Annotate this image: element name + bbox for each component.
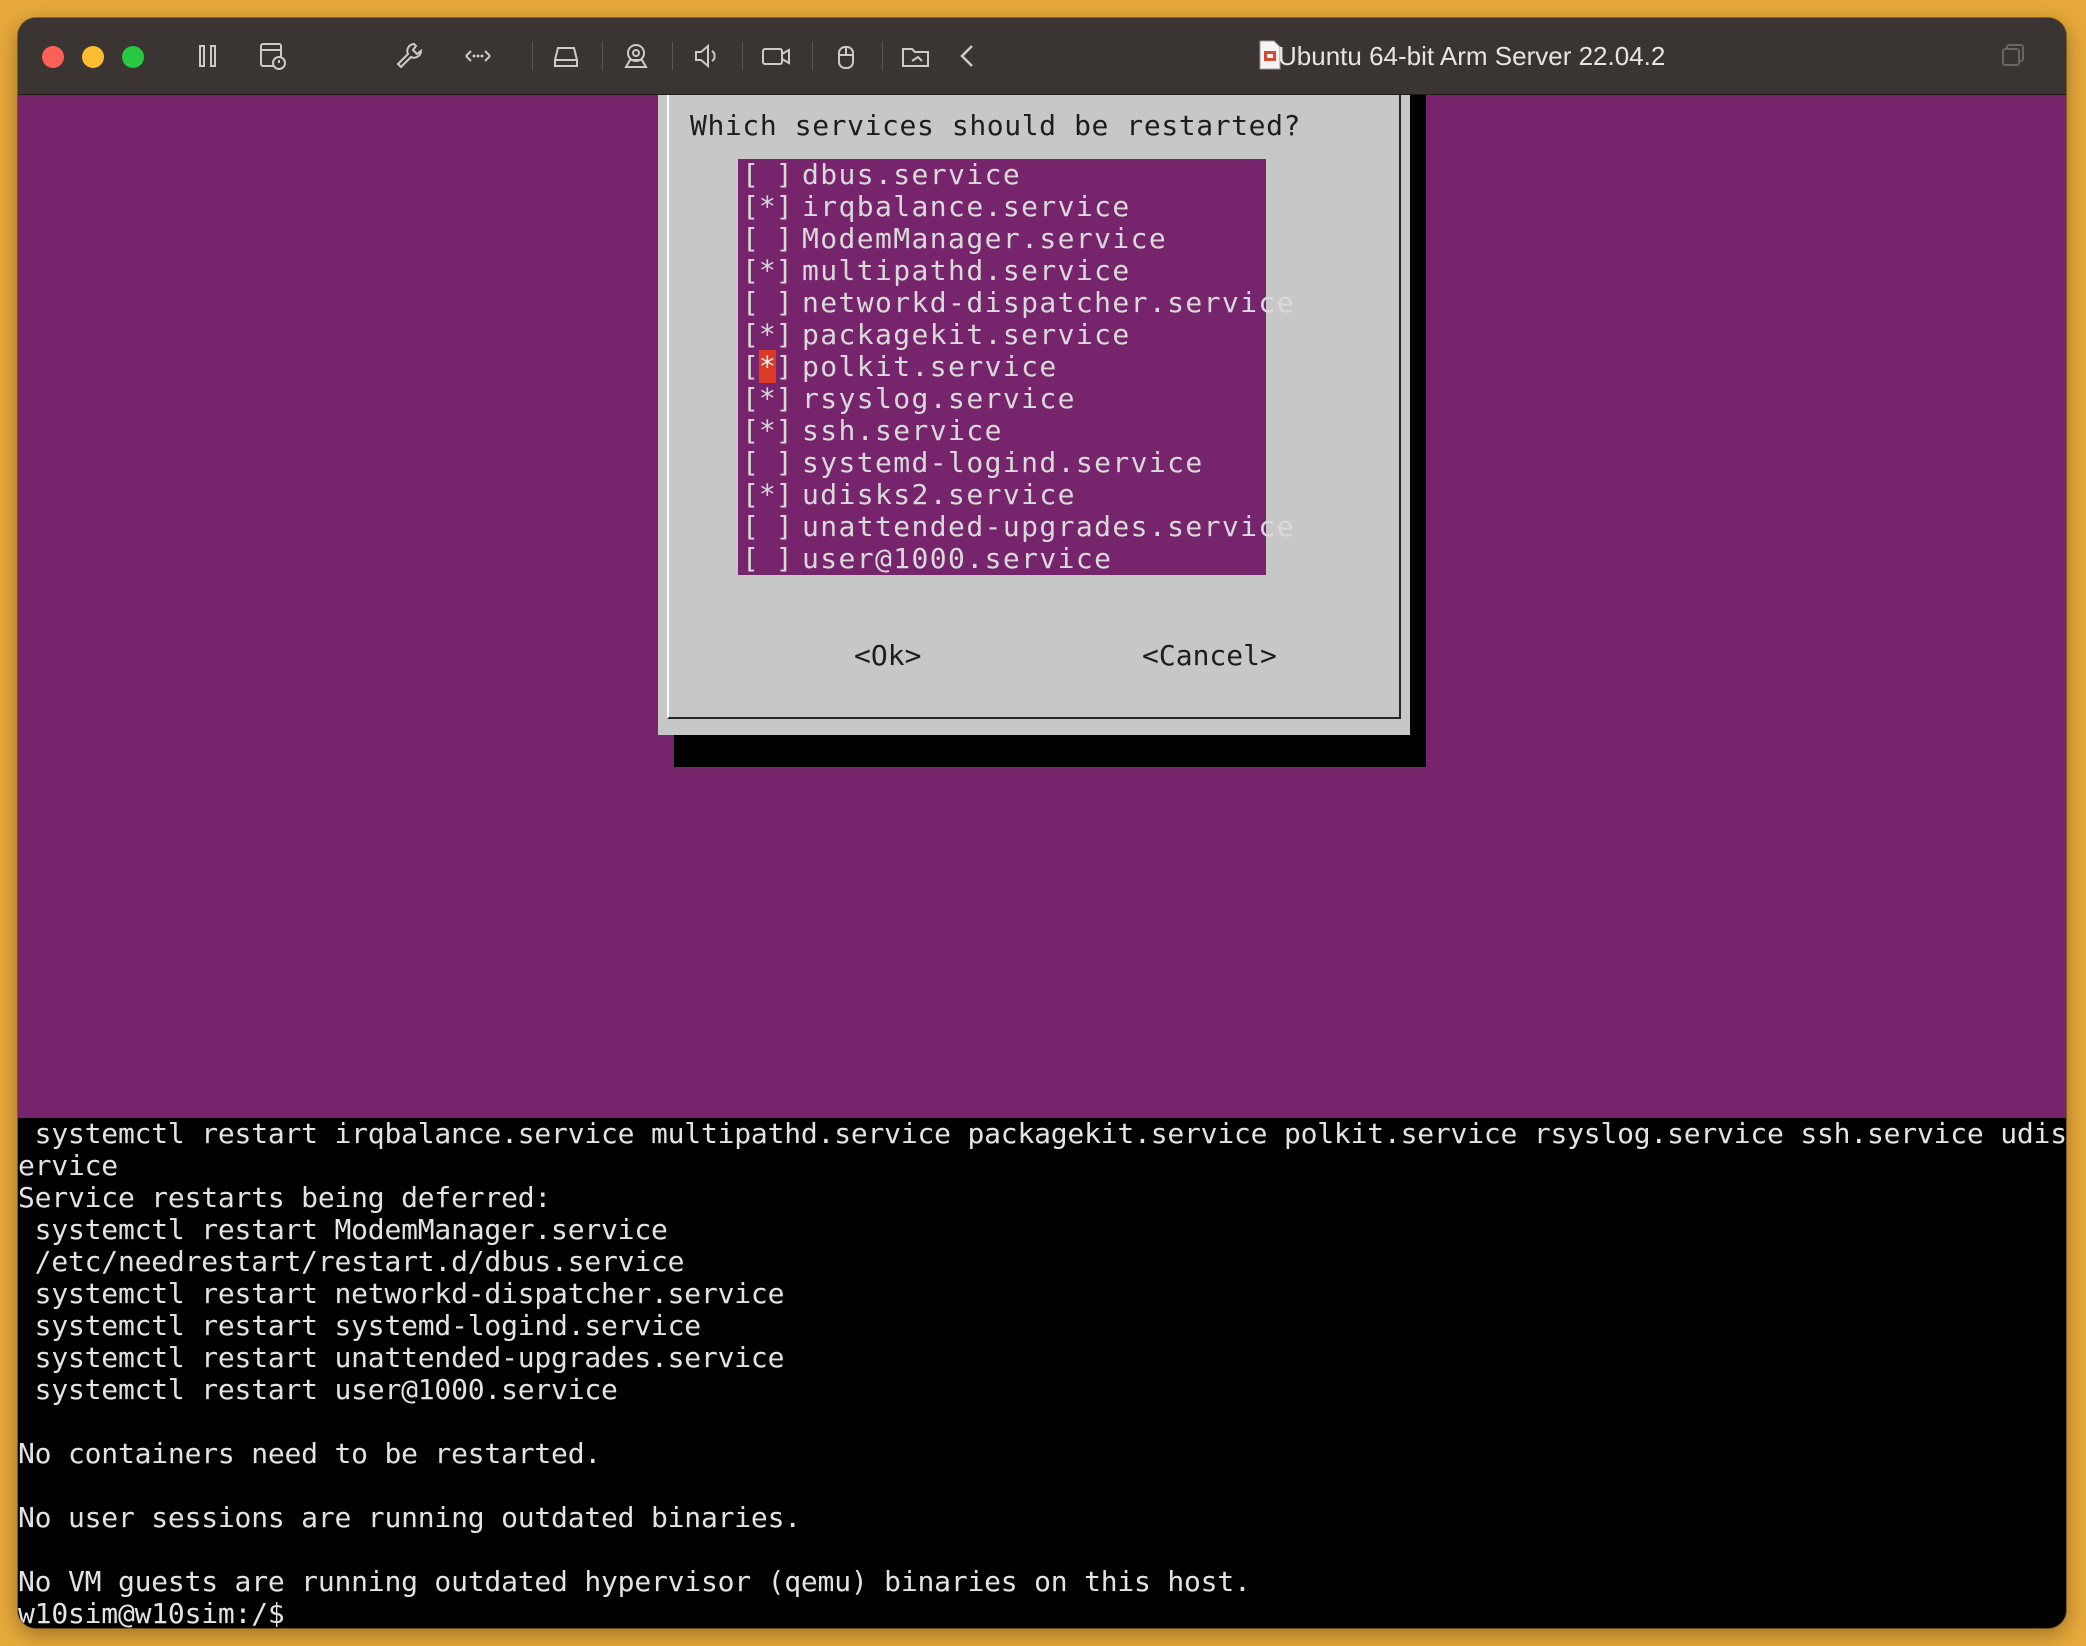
service-list-item[interactable]: [ ] networkd-dispatcher.service [738, 287, 1294, 319]
terminal-line: No VM guests are running outdated hyperv… [18, 1565, 1251, 1598]
terminal-line: No containers need to be restarted. [18, 1437, 602, 1470]
service-checklist[interactable]: [ ] dbus.service [*] irqbalance.service [ ] M… [738, 159, 1294, 575]
checkbox-unchecked[interactable]: [ ] [742, 159, 793, 191]
terminal-line: ervice [18, 1149, 118, 1182]
service-name: packagekit.service [802, 318, 1131, 351]
service-list-item[interactable]: [ ] dbus.service [738, 159, 1266, 191]
camera-icon[interactable] [758, 38, 794, 74]
service-list-item[interactable]: [ ] user@1000.service [738, 543, 1266, 575]
service-name: polkit.service [802, 350, 1058, 383]
vm-screen[interactable]: Which services should be restarted? [ ] d… [18, 95, 2066, 1628]
checkbox-checked[interactable]: [*] [742, 383, 793, 415]
service-name: ModemManager.service [802, 222, 1168, 255]
toolbar-divider [672, 42, 673, 70]
terminal-line: systemctl restart unattended-upgrades.se… [18, 1341, 785, 1374]
service-name: irqbalance.service [802, 190, 1131, 223]
toolbar-divider [742, 42, 743, 70]
dialog-question: Which services should be restarted? [690, 109, 1302, 142]
checkbox-unchecked[interactable]: [ ] [742, 223, 793, 255]
checkbox-unchecked[interactable]: [ ] [742, 511, 793, 543]
checkbox-unchecked[interactable]: [ ] [742, 287, 793, 319]
terminal-line: Service restarts being deferred: [18, 1181, 552, 1214]
network-arrows-icon[interactable] [460, 38, 496, 74]
service-list-item[interactable]: [*] multipathd.service [738, 255, 1266, 287]
restart-services-dialog: Which services should be restarted? [ ] d… [658, 95, 1410, 735]
minimize-window-button[interactable] [82, 46, 104, 68]
terminal-line: systemctl restart ModemManager.service [18, 1213, 668, 1246]
service-name: unattended-upgrades.service [802, 510, 1295, 543]
service-list-item[interactable]: [*] udisks2.service [738, 479, 1266, 511]
terminal-output: systemctl restart irqbalance.service mul… [18, 1117, 2066, 1629]
service-list-item[interactable]: [ ] ModemManager.service [738, 223, 1266, 255]
zoom-window-button[interactable] [122, 46, 144, 68]
checkbox-checked[interactable]: [*] [742, 191, 793, 223]
terminal-line: No user sessions are running outdated bi… [18, 1501, 801, 1534]
camera-user-icon[interactable] [618, 38, 654, 74]
sound-icon[interactable] [688, 38, 724, 74]
service-name: multipathd.service [802, 254, 1131, 287]
window-title: Ubuntu 64-bit Arm Server 22.04.2 [1278, 41, 1666, 71]
window-tile-icon[interactable] [1998, 40, 2028, 70]
checkbox-unchecked[interactable]: [ ] [742, 447, 793, 479]
terminal-line: systemctl restart networkd-dispatcher.se… [18, 1277, 785, 1310]
checkbox-unchecked[interactable]: [ ] [742, 543, 793, 575]
close-window-button[interactable] [42, 46, 64, 68]
service-name: rsyslog.service [802, 382, 1076, 415]
service-list-item[interactable]: [*] rsyslog.service [738, 383, 1266, 415]
shell-prompt: w10sim@w10sim:/$ [18, 1597, 285, 1629]
terminal-line: /etc/needrestart/restart.d/dbus.service [18, 1245, 685, 1278]
chevron-left-icon[interactable] [950, 38, 986, 74]
checkbox-checked[interactable]: [*] [742, 479, 793, 511]
toolbar-divider [602, 42, 603, 70]
service-name: ssh.service [802, 414, 1003, 447]
toolbar-divider [812, 42, 813, 70]
service-name: user@1000.service [802, 542, 1113, 575]
service-list-item[interactable]: [ ] systemd-logind.service [738, 447, 1266, 479]
toolbar-divider [882, 42, 883, 70]
service-list-item[interactable]: [*] irqbalance.service [738, 191, 1266, 223]
service-list-item[interactable]: [*] polkit.service [738, 350, 1266, 383]
terminal-line: systemctl restart irqbalance.service mul… [18, 1117, 2066, 1150]
text-cursor: * [758, 350, 776, 383]
service-list-item[interactable]: [*] packagekit.service [738, 319, 1266, 351]
toolbar-divider [532, 42, 533, 70]
vm-window: Ubuntu 64-bit Arm Server 22.04.2 Which s… [18, 18, 2066, 1628]
terminal-line: systemctl restart systemd-logind.service [18, 1309, 702, 1342]
pause-icon[interactable] [190, 38, 226, 74]
ok-button[interactable]: <Ok> [854, 639, 921, 672]
service-name: dbus.service [802, 158, 1022, 191]
hard-disk-icon[interactable] [548, 38, 584, 74]
wrench-icon[interactable] [390, 38, 426, 74]
service-list-item[interactable]: [ ] unattended-upgrades.service [738, 511, 1294, 543]
snapshot-icon[interactable] [254, 38, 290, 74]
service-name: networkd-dispatcher.service [802, 286, 1295, 319]
usb-mouse-icon[interactable] [828, 38, 864, 74]
service-name: udisks2.service [802, 478, 1076, 511]
checkbox-checked[interactable]: [*] [742, 319, 793, 351]
shared-folder-icon[interactable] [898, 38, 934, 74]
checkbox-checked[interactable]: [*] [742, 255, 793, 287]
title-bar: Ubuntu 64-bit Arm Server 22.04.2 [18, 18, 2066, 95]
service-list-item[interactable]: [*] ssh.service [738, 415, 1266, 447]
cancel-button[interactable]: <Cancel> [1142, 639, 1277, 672]
checkbox-checked[interactable]: [*] [742, 415, 793, 447]
terminal-line: systemctl restart user@1000.service [18, 1373, 618, 1406]
service-name: systemd-logind.service [802, 446, 1204, 479]
checkbox-checked[interactable]: [*] [742, 350, 793, 383]
